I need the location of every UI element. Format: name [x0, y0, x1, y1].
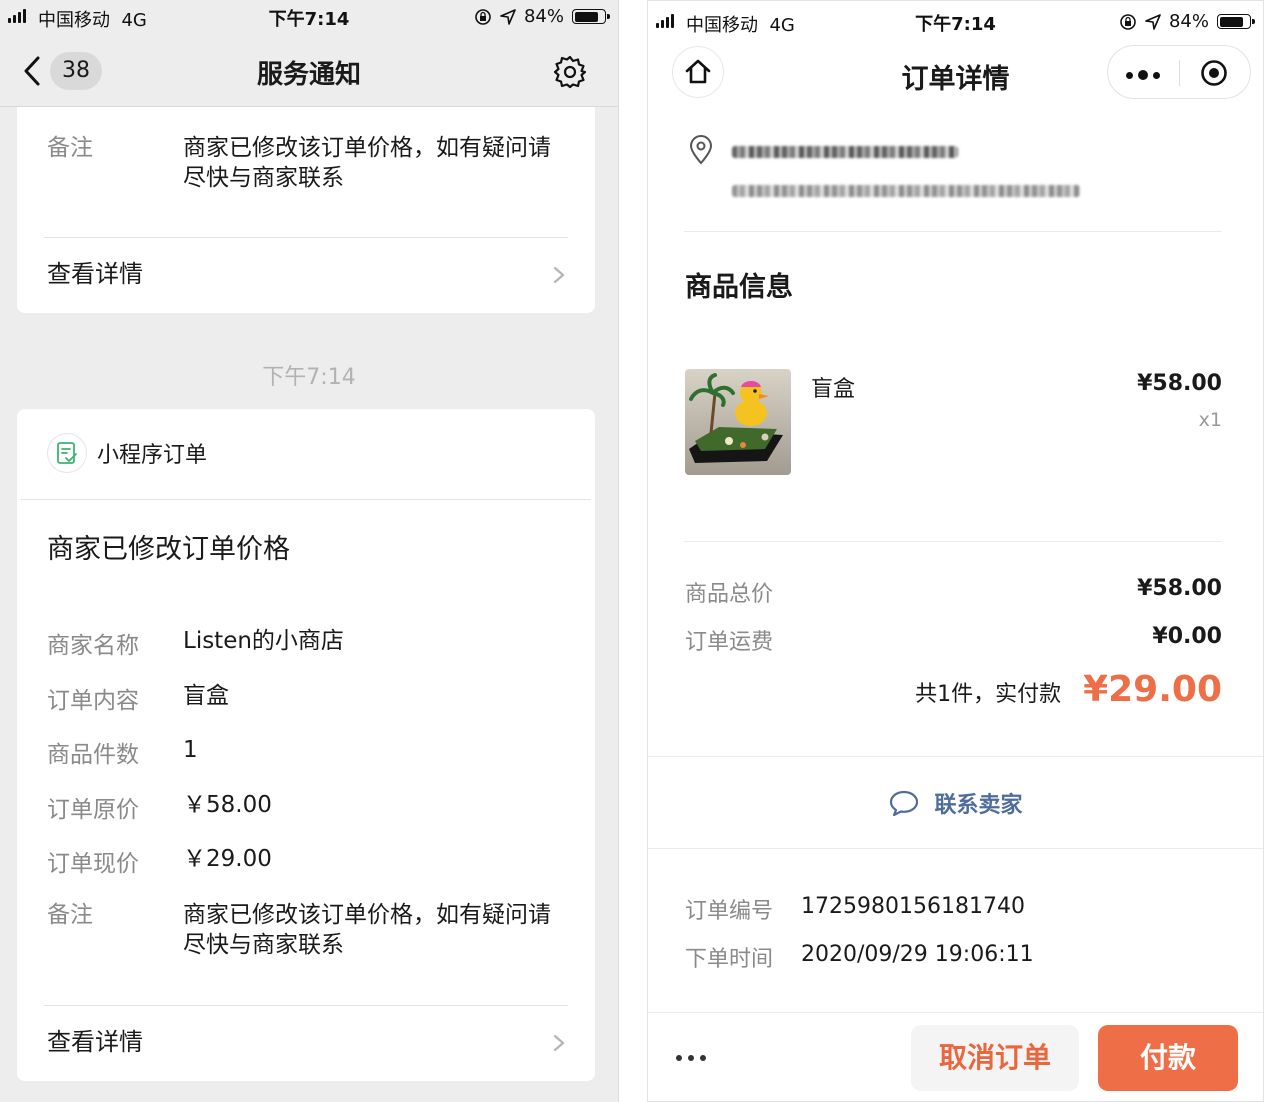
- chevron-right-icon: [553, 1034, 565, 1052]
- location-pin-icon: [689, 135, 713, 165]
- subtotal-value: ¥58.00: [1137, 576, 1222, 601]
- remark-value: 商家已修改该订单价格，如有疑问请尽快与商家联系: [183, 902, 551, 958]
- paid-summary: 共1件，实付款 ¥29.00: [915, 669, 1222, 710]
- order-number-label: 订单编号: [685, 899, 774, 924]
- status-bar: 中国移动 4G 下午7:14 84%: [648, 1, 1263, 37]
- remark-value: 商家已修改该订单价格，如有疑问请尽快与商家联系: [183, 135, 551, 191]
- field-value: Listen的小商店: [183, 628, 344, 654]
- order-field-row: 订单内容 盲盒: [47, 681, 565, 714]
- card-source-label: 小程序订单: [97, 443, 208, 468]
- rotation-lock-icon: [475, 8, 491, 25]
- notification-card: 小程序订单 商家已修改订单价格 商家名称 Listen的小商店订单内容 盲盒商品件数…: [17, 409, 595, 1081]
- order-time-value: 2020/09/29 19:06:11: [801, 942, 1034, 967]
- battery-icon: [572, 9, 610, 24]
- field-label: 订单现价: [47, 851, 139, 877]
- view-details-link[interactable]: 查看详情: [47, 1012, 565, 1072]
- more-options-icon[interactable]: [676, 1055, 706, 1061]
- field-value: ￥58.00: [183, 791, 272, 818]
- page-title: 服务通知: [256, 60, 361, 90]
- field-value: ￥29.00: [183, 846, 272, 872]
- paid-label: 共1件，实付款: [915, 682, 1062, 707]
- close-target-icon[interactable]: [1200, 59, 1228, 87]
- card-source: 小程序订单: [47, 433, 207, 473]
- field-value: 盲盒: [183, 682, 229, 709]
- product-thumbnail: [685, 369, 791, 475]
- chevron-right-icon: [553, 266, 565, 284]
- product-price: ¥58.00: [1137, 371, 1222, 396]
- battery-icon: [1217, 14, 1255, 29]
- chat-bubble-icon: [890, 790, 919, 817]
- gear-icon[interactable]: [552, 54, 588, 90]
- battery-percent: 84%: [1168, 11, 1209, 32]
- more-menu-icon[interactable]: [1126, 70, 1160, 80]
- field-label: 商品件数: [47, 742, 139, 768]
- remark-label: 备注: [47, 902, 93, 928]
- divider: [684, 541, 1222, 542]
- message-timestamp: 下午7:14: [262, 365, 356, 390]
- nav-bar: 38 服务通知: [0, 36, 618, 107]
- divider: [21, 499, 591, 500]
- product-name: 盲盒: [811, 377, 856, 402]
- rotation-lock-icon: [1120, 13, 1136, 30]
- notification-card-previous: 备注 商家已修改该订单价格，如有疑问请尽快与商家联系 查看详情: [17, 107, 595, 313]
- card-heading: 商家已修改订单价格: [47, 534, 290, 565]
- contact-seller-button[interactable]: 联系卖家: [648, 787, 1263, 819]
- battery-percent: 84%: [523, 6, 564, 27]
- divider: [684, 231, 1222, 232]
- divider: [44, 1005, 568, 1006]
- section-title: 商品信息: [685, 272, 793, 303]
- mini-program-capsule: [1107, 45, 1251, 99]
- address-name-redacted: [732, 146, 958, 158]
- shipping-value: ¥0.00: [1152, 624, 1222, 649]
- mini-program-order-icon: [47, 433, 87, 473]
- location-arrow-icon: [500, 8, 516, 25]
- divider: [648, 848, 1263, 849]
- order-field-row: 订单原价 ￥58.00: [47, 790, 565, 823]
- field-label: 订单原价: [47, 796, 139, 823]
- location-arrow-icon: [1145, 13, 1161, 30]
- address-detail-redacted: [732, 185, 1080, 197]
- order-detail-screen: 中国移动 4G 下午7:14 84% 订单详情 商品信息 盲盒 ¥58.00 x…: [647, 0, 1264, 1102]
- divider: [648, 756, 1263, 757]
- status-bar: 中国移动 4G 下午7:14 84%: [0, 0, 618, 36]
- view-details-label: 查看详情: [47, 1028, 143, 1056]
- order-field-row: 商家名称 Listen的小商店: [47, 626, 565, 659]
- view-details-link[interactable]: 查看详情: [47, 244, 565, 304]
- paid-amount: ¥29.00: [1083, 669, 1222, 710]
- shipping-label: 订单运费: [685, 630, 774, 655]
- product-item[interactable]: 盲盒 ¥58.00 x1: [685, 369, 1222, 475]
- order-field-row: 订单现价 ￥29.00: [47, 844, 565, 877]
- order-field-row: 商品件数 1: [47, 735, 565, 768]
- field-value: 1: [183, 737, 198, 763]
- pay-button[interactable]: 付款: [1098, 1025, 1238, 1091]
- order-number-value: 1725980156181740: [801, 894, 1025, 919]
- field-label: 订单内容: [47, 687, 139, 714]
- order-time-label: 下单时间: [685, 947, 774, 972]
- divider: [44, 237, 568, 238]
- contact-seller-label: 联系卖家: [934, 793, 1023, 818]
- cancel-order-button[interactable]: 取消订单: [911, 1025, 1079, 1091]
- divider: [648, 1012, 1263, 1013]
- service-notification-screen: 中国移动 4G 下午7:14 84% 38 服务通知 备注 商家已修改该订单价格…: [0, 0, 619, 1102]
- remark-row: 备注 商家已修改该订单价格，如有疑问请尽快与商家联系: [47, 133, 565, 197]
- remark-row: 备注 商家已修改该订单价格，如有疑问请尽快与商家联系: [47, 900, 565, 964]
- product-quantity: x1: [1198, 409, 1222, 431]
- subtotal-label: 商品总价: [685, 582, 774, 607]
- remark-label: 备注: [47, 135, 93, 161]
- view-details-label: 查看详情: [47, 260, 143, 288]
- field-label: 商家名称: [47, 633, 139, 659]
